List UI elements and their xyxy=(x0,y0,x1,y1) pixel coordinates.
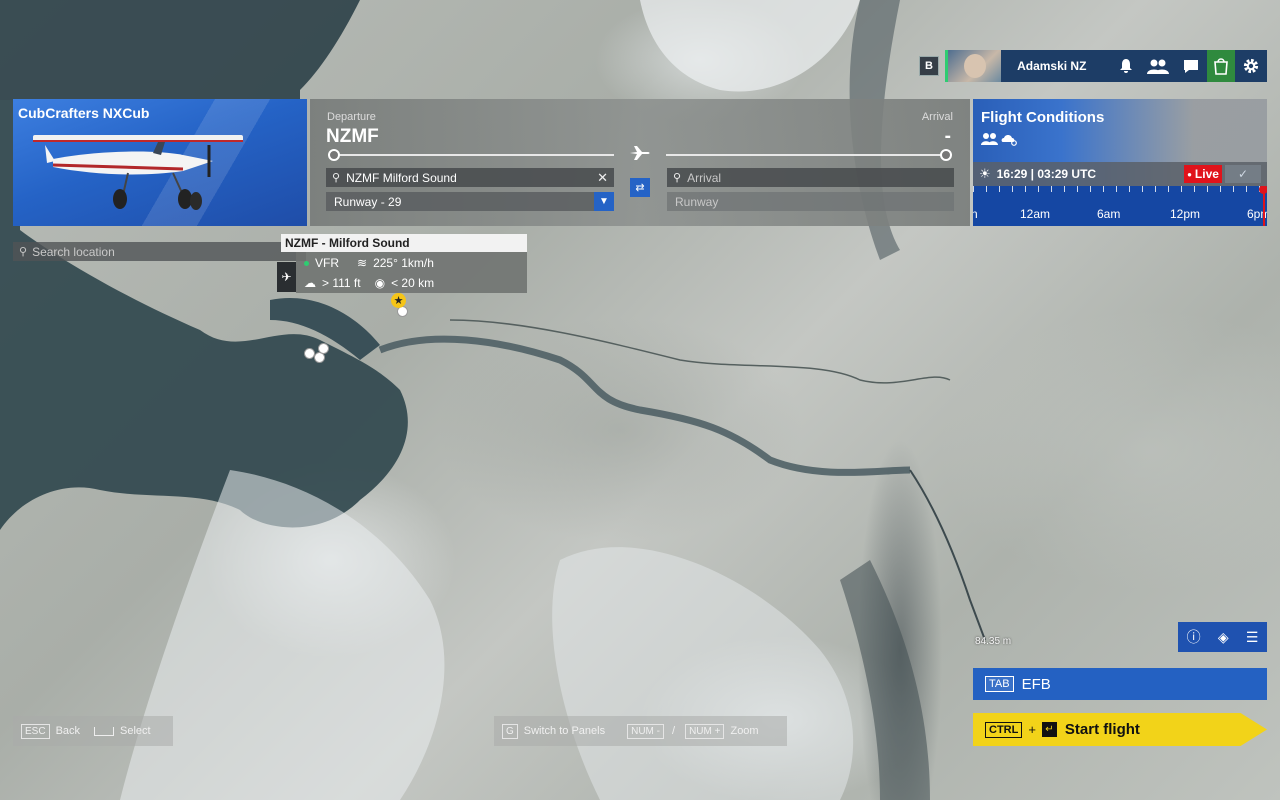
search-icon: ⚲ xyxy=(19,246,28,258)
airplane-icon xyxy=(630,145,650,166)
zoom-separator: / xyxy=(672,725,676,737)
flight-rules: VFR xyxy=(315,256,339,270)
num-minus-key-hint[interactable]: NUM - xyxy=(627,723,664,739)
weather-people-cloud-icon xyxy=(981,133,1017,146)
aircraft-selection-card[interactable]: CubCrafters NXCub xyxy=(13,99,307,226)
back-hint[interactable]: Back xyxy=(56,725,80,737)
departure-code: NZMF xyxy=(326,126,379,147)
map-scale-label: 84.35 m xyxy=(975,636,1012,647)
flight-conditions-panel[interactable]: Flight Conditions ☀ 16:29 | 03:29 UTC ● … xyxy=(973,99,1267,226)
username[interactable]: Adamski NZ xyxy=(1017,59,1109,73)
timeline-tick: 6am xyxy=(1097,207,1121,221)
airport-rules-row: VFR ≋ 225° 1km/h xyxy=(304,256,434,270)
layers-icon[interactable]: ◈ xyxy=(1218,629,1229,646)
timeline-ticks xyxy=(973,186,1267,192)
user-bar: Adamski NZ xyxy=(945,50,1267,82)
settings-gear-icon[interactable] xyxy=(1235,50,1267,82)
arrival-label: Arrival xyxy=(921,111,953,123)
search-placeholder: Search location xyxy=(32,244,115,259)
switch-panels-hint[interactable]: Switch to Panels xyxy=(524,725,605,737)
notifications-bell-icon[interactable] xyxy=(1110,50,1142,82)
key-plus: + xyxy=(1028,722,1036,737)
filters-sliders-icon[interactable]: ☰ xyxy=(1246,629,1259,646)
airport-weather-row: ☁ > 111 ft ◉ < 20 km xyxy=(304,276,434,290)
visibility-eye-icon: ◉ xyxy=(374,276,386,290)
live-dot-icon: ● xyxy=(1187,169,1192,179)
select-hint[interactable]: Select xyxy=(120,725,151,737)
efb-button[interactable]: TAB EFB xyxy=(973,668,1267,700)
departure-track xyxy=(328,149,614,161)
panel-zoom-hints: G Switch to Panels NUM - / NUM + Zoom xyxy=(494,716,787,746)
timeline-tick: 12pm xyxy=(1170,207,1201,221)
vfr-status-dot-icon xyxy=(304,260,309,266)
visibility-value: < 20 km xyxy=(391,276,435,290)
route-panel: Departure NZMF Arrival - ⚲ NZMF Milford … xyxy=(310,99,970,226)
space-key-icon xyxy=(94,726,115,736)
arrival-search-placeholder: Arrival xyxy=(687,170,722,185)
zoom-hint: Zoom xyxy=(730,725,759,737)
user-bar-key-hint: B xyxy=(919,56,939,76)
efb-label: EFB xyxy=(1021,675,1051,693)
arrival-point xyxy=(940,149,952,161)
start-flight-label: Start flight xyxy=(1064,721,1140,738)
departure-runway-value: Runway - 29 xyxy=(334,194,402,209)
aircraft-image xyxy=(33,135,243,210)
departure-point xyxy=(328,149,340,161)
time-of-day-slider[interactable]: n 12am 6am 12pm 6pm xyxy=(973,186,1267,226)
timeline-tick: 12am xyxy=(1020,207,1051,221)
arrival-track xyxy=(666,149,952,161)
aircraft-name: CubCrafters NXCub xyxy=(18,105,150,121)
start-flight-button[interactable]: CTRL + ↵ Start flight xyxy=(973,713,1267,746)
map-poi-pin[interactable] xyxy=(318,343,329,354)
map-tools-bar: ⓘ ◈ ☰ xyxy=(1178,622,1267,652)
time-bar: ☀ 16:29 | 03:29 UTC ● Live ✓ xyxy=(973,162,1267,186)
wind-icon: ≋ xyxy=(357,256,368,270)
departure-search-value: NZMF Milford Sound xyxy=(346,170,457,185)
current-time-marker[interactable] xyxy=(1259,186,1267,226)
airport-tooltip-body: VFR ≋ 225° 1km/h ☁ > 111 ft ◉ < 20 km xyxy=(296,252,527,293)
time-readout: 16:29 | 03:29 UTC xyxy=(996,167,1097,181)
confirm-time-check-icon[interactable]: ✓ xyxy=(1225,165,1261,183)
chevron-down-icon: ▼ xyxy=(594,192,614,211)
live-label: Live xyxy=(1194,167,1219,181)
search-icon: ⚲ xyxy=(332,172,341,184)
departure-search-field[interactable]: ⚲ NZMF Milford Sound ✕ xyxy=(326,168,614,187)
set-departure-airplane-icon[interactable]: ✈ xyxy=(277,262,296,292)
arrival-search-field[interactable]: ⚲ Arrival xyxy=(667,168,954,187)
esc-key-hint: ESC xyxy=(21,723,50,739)
timeline-edge-tick: n xyxy=(973,207,978,221)
ceiling-value: > 111 ft xyxy=(322,276,361,290)
avatar[interactable] xyxy=(947,50,1002,82)
start-key-hint: CTRL xyxy=(985,721,1023,738)
clear-icon[interactable]: ✕ xyxy=(597,170,608,186)
search-icon: ⚲ xyxy=(673,172,682,184)
g-key-hint: G xyxy=(502,723,518,739)
friends-icon[interactable] xyxy=(1142,50,1174,82)
back-select-hints: ESC Back Select xyxy=(13,716,173,746)
departure-label: Departure xyxy=(327,111,376,123)
flight-conditions-title: Flight Conditions xyxy=(981,109,1105,126)
info-icon[interactable]: ⓘ xyxy=(1187,627,1201,647)
marketplace-shop-icon[interactable] xyxy=(1206,50,1235,82)
wind-value: 225° 1km/h xyxy=(373,256,434,270)
live-time-button[interactable]: ● Live xyxy=(1184,165,1222,183)
search-location-input[interactable]: ⚲ Search location xyxy=(13,242,306,261)
arrival-runway-placeholder: Runway xyxy=(675,194,719,209)
weather-icons xyxy=(981,132,1021,149)
selected-airport-star-icon[interactable]: ★ xyxy=(391,293,406,308)
enter-key-icon: ↵ xyxy=(1041,722,1057,737)
sun-icon: ☀ xyxy=(979,166,991,181)
chat-icon[interactable] xyxy=(1175,50,1207,82)
cloud-icon: ☁ xyxy=(304,276,316,290)
arrival-runway-select[interactable]: Runway xyxy=(667,192,954,211)
arrival-code: - xyxy=(944,126,951,147)
airport-tooltip-title[interactable]: NZMF - Milford Sound xyxy=(281,234,527,252)
swap-airports-button[interactable]: ⇄ xyxy=(630,178,650,197)
num-plus-key-hint[interactable]: NUM + xyxy=(685,723,725,739)
efb-key-hint: TAB xyxy=(985,676,1014,692)
departure-runway-select[interactable]: Runway - 29 ▼ xyxy=(326,192,614,211)
